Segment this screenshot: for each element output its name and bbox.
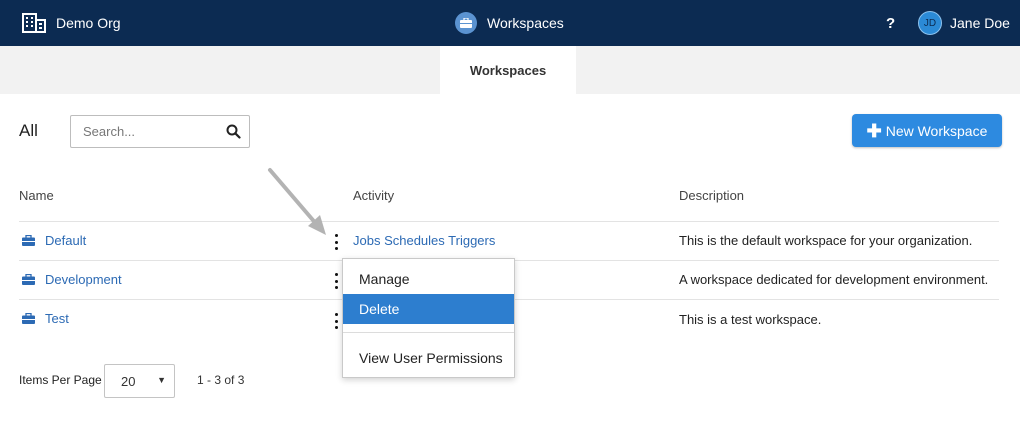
filter-label: All <box>19 121 38 140</box>
help-button[interactable]: ? <box>886 0 895 46</box>
table-row-name[interactable]: Development <box>22 272 122 287</box>
pagination-range: 1 - 3 of 3 <box>197 373 245 387</box>
workspace-description: A workspace dedicated for development en… <box>679 272 989 287</box>
tab-strip: Workspaces <box>0 46 1020 94</box>
items-per-page-label: Items Per Page <box>19 373 102 387</box>
briefcase-icon <box>22 235 35 246</box>
row-divider <box>19 221 999 222</box>
workspace-name-link[interactable]: Default <box>45 233 86 248</box>
avatar: JD <box>918 11 942 35</box>
items-per-page-select[interactable]: 20 ▼ <box>104 364 175 398</box>
pointer-arrow-icon <box>268 168 326 235</box>
menu-item-manage[interactable]: Manage <box>343 264 514 294</box>
user-name: Jane Doe <box>950 15 1010 31</box>
menu-divider <box>343 332 514 333</box>
table-row-name[interactable]: Test <box>22 311 69 326</box>
user-menu[interactable]: JD Jane Doe <box>918 0 1010 46</box>
building-icon <box>22 13 46 33</box>
table-row-name[interactable]: Default <box>22 233 86 248</box>
briefcase-icon <box>455 12 477 34</box>
column-header-name[interactable]: Name <box>19 188 54 203</box>
briefcase-icon <box>22 313 35 324</box>
briefcase-icon <box>22 274 35 285</box>
search-input[interactable] <box>71 116 211 147</box>
caret-down-icon: ▼ <box>157 375 166 385</box>
tab-workspaces[interactable]: Workspaces <box>440 46 576 94</box>
search-icon[interactable] <box>226 124 241 139</box>
current-section-title: Workspaces <box>455 0 564 46</box>
items-per-page-value: 20 <box>121 374 136 389</box>
column-header-description[interactable]: Description <box>679 188 744 203</box>
new-workspace-button[interactable]: ✚ New Workspace <box>852 114 1002 147</box>
workspace-name-link[interactable]: Test <box>45 311 69 326</box>
column-header-activity[interactable]: Activity <box>353 188 394 203</box>
row-actions-kebab-icon[interactable] <box>333 273 339 289</box>
new-workspace-label: New Workspace <box>885 122 988 139</box>
menu-item-view-user-permissions[interactable]: View User Permissions <box>343 343 514 373</box>
plus-icon: ✚ <box>866 120 882 141</box>
search-box <box>70 115 250 148</box>
org-switcher[interactable]: Demo Org <box>22 0 121 46</box>
row-actions-kebab-icon[interactable] <box>333 313 339 329</box>
menu-item-delete[interactable]: Delete <box>343 294 514 324</box>
activity-links[interactable]: Jobs Schedules Triggers <box>353 233 495 248</box>
row-actions-kebab-icon[interactable] <box>333 234 339 250</box>
row-actions-menu: Manage Delete View User Permissions <box>342 258 515 378</box>
workspace-description: This is the default workspace for your o… <box>679 233 973 248</box>
workspace-description: This is a test workspace. <box>679 312 822 327</box>
workspace-name-link[interactable]: Development <box>45 272 122 287</box>
org-name: Demo Org <box>56 15 121 31</box>
top-nav-bar: Demo Org Workspaces ? JD Jane Doe <box>0 0 1020 46</box>
section-title-text: Workspaces <box>487 15 564 31</box>
